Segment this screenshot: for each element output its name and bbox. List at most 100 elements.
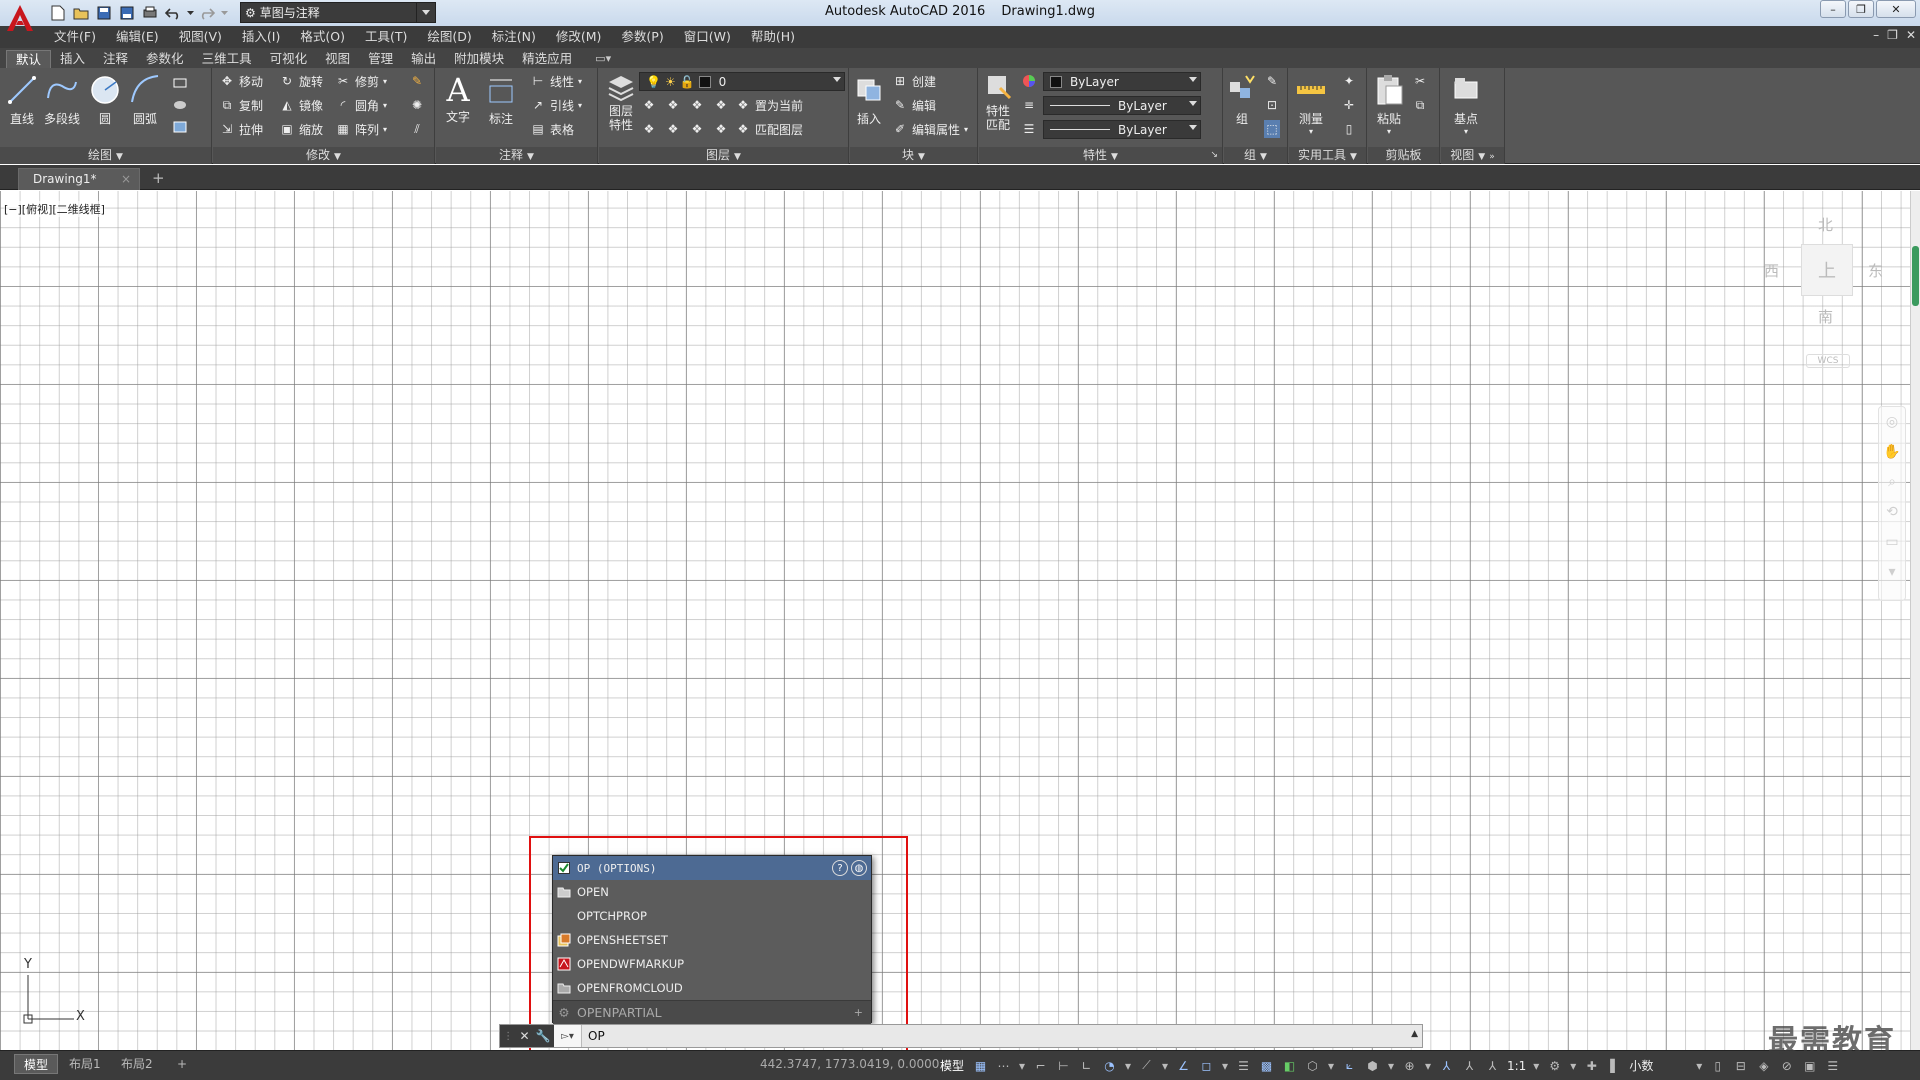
command-line[interactable]: ⋮ ✕ 🔧 ▻▾ OP ▲ [499, 1024, 1423, 1048]
copy-clip-button[interactable]: ⧉ [1412, 96, 1428, 114]
object-snap-tracking-icon[interactable]: ∠ [1175, 1057, 1192, 1074]
drawing-canvas[interactable]: [−][俯视][二维线框] 北 西 东 南 上 WCS ◎ ✋ ⌕ ⟲ ▭ ▾ … [0, 191, 1920, 1050]
polyline-button[interactable]: 多段线 [44, 72, 80, 127]
menu-dimension[interactable]: 标注(N) [482, 26, 546, 48]
navbar-menu-icon[interactable]: ▾ [1879, 557, 1905, 587]
minimize-button[interactable]: – [1820, 0, 1846, 18]
redo-dropdown-icon[interactable] [220, 3, 228, 23]
grid-icon[interactable]: ▦ [972, 1057, 989, 1074]
rotate-button[interactable]: ↻ 旋转 [279, 72, 323, 90]
chevron-down-icon[interactable]: ▾ [1532, 1057, 1540, 1074]
autocomplete-item-openpartial[interactable]: ⚙ OPENPARTIAL + [553, 1000, 871, 1024]
color-select[interactable]: ByLayer [1043, 72, 1201, 91]
workspace-select[interactable]: ⚙ 草图与注释 [240, 2, 432, 23]
mirror-button[interactable]: ◭ 镜像 [279, 96, 323, 114]
menu-view[interactable]: 视图(V) [169, 26, 232, 48]
view-cube[interactable]: 北 西 东 南 上 WCS [1750, 206, 1883, 368]
pan-icon[interactable]: ✋ [1879, 437, 1905, 467]
menu-parametric[interactable]: 参数(P) [611, 26, 673, 48]
3d-osnap-icon[interactable]: ⬡ [1304, 1057, 1321, 1074]
file-tab-drawing1[interactable]: Drawing1* × [18, 168, 140, 190]
autocomplete-item-opendwfmarkup[interactable]: OPENDWFMARKUP [553, 952, 871, 976]
lineweight-toggle-icon[interactable]: ☰ [1235, 1057, 1252, 1074]
close-icon[interactable]: ✕ [519, 1029, 529, 1043]
set-current-button[interactable]: ❖ 置为当前 [735, 96, 803, 114]
text-button[interactable]: A 文字 [446, 72, 470, 125]
cursor-coordinates[interactable]: 442.3747, 1773.0419, 0.0000 [760, 1057, 939, 1071]
cut-button[interactable]: ✂ [1412, 72, 1428, 90]
hatch-button[interactable] [172, 96, 188, 114]
units-select[interactable]: 小数 [1629, 1057, 1689, 1074]
chevron-down-icon[interactable]: ▾ [1018, 1057, 1026, 1074]
explode-button[interactable]: ✺ [409, 96, 425, 114]
chevron-down-icon[interactable]: ▾ [1221, 1057, 1229, 1074]
tab-view[interactable]: 视图 [316, 50, 359, 68]
workspace-switch-icon[interactable]: ⚙ [1546, 1057, 1563, 1074]
annotation-monitor-icon[interactable]: ✚ [1583, 1057, 1600, 1074]
tab-manage[interactable]: 管理 [359, 50, 402, 68]
panel-title-block[interactable]: 块 ▼ [850, 147, 977, 164]
quick-properties-icon[interactable]: ▯ [1709, 1057, 1726, 1074]
create-block-button[interactable]: ⊞ 创建 [892, 72, 936, 90]
save-icon[interactable] [94, 3, 114, 23]
transparency-icon[interactable]: ▩ [1258, 1057, 1275, 1074]
layer-tool-7[interactable]: ❖ [689, 120, 705, 138]
expand-icon[interactable]: + [854, 1006, 863, 1019]
edit-attributes-button[interactable]: ✐ 编辑属性 ▾ [892, 120, 968, 138]
object-snap-icon[interactable]: ◻ [1198, 1057, 1215, 1074]
paste-button[interactable]: 粘贴 ▾ [1374, 72, 1404, 136]
panel-title-properties[interactable]: 特性 ▼ ↘ [979, 147, 1222, 164]
match-properties-button[interactable]: 特性匹配 [982, 72, 1014, 132]
tab-addins[interactable]: 附加模块 [445, 50, 513, 68]
menu-insert[interactable]: 插入(I) [232, 26, 290, 48]
dialog-launcher-icon[interactable]: ↘ [1210, 147, 1218, 164]
linear-dim-button[interactable]: ⊢ 线性 ▾ [530, 72, 582, 90]
tab-parametric[interactable]: 参数化 [137, 50, 193, 68]
selection-cycling-icon[interactable]: ◧ [1281, 1057, 1298, 1074]
linetype-icon-button[interactable]: ≡ [1021, 96, 1037, 114]
menu-tools[interactable]: 工具(T) [355, 26, 417, 48]
canvas-scrollbar[interactable] [1910, 191, 1920, 1050]
tab-visualize[interactable]: 可视化 [261, 50, 317, 68]
autocomplete-item-optchprop[interactable]: OPTCHPROP [553, 904, 871, 928]
tab-home[interactable]: 默认 [6, 50, 52, 68]
steering-wheel-icon[interactable]: ◎ [1879, 407, 1905, 437]
group-select-button[interactable]: ⬚ [1264, 120, 1280, 138]
viewcube-top-face[interactable]: 上 [1801, 244, 1853, 296]
edit-block-button[interactable]: ✎ 编辑 [892, 96, 936, 114]
wrench-icon[interactable]: 🔧 [536, 1029, 551, 1043]
open-file-icon[interactable] [71, 3, 91, 23]
layer-tool-6[interactable]: ❖ [665, 120, 681, 138]
offset-button[interactable]: ⫽ [409, 120, 425, 138]
chevron-down-icon[interactable]: ▾ [1161, 1057, 1169, 1074]
annotation-scale-select[interactable]: 1:1 [1507, 1059, 1526, 1073]
layer-tool-4[interactable]: ❖ [713, 96, 729, 114]
chevron-down-icon[interactable]: ▾ [1695, 1057, 1703, 1074]
lineweight-icon-button[interactable]: ☰ [1021, 120, 1037, 138]
autocomplete-item-opensheetset[interactable]: OPENSHEETSET [553, 928, 871, 952]
layer-tool-1[interactable]: ❖ [641, 96, 657, 114]
calculator-button[interactable]: ▯ [1341, 120, 1357, 138]
chevron-down-icon[interactable]: ▾ [1569, 1057, 1577, 1074]
tab-output[interactable]: 输出 [402, 50, 445, 68]
layer-tool-8[interactable]: ❖ [713, 120, 729, 138]
arc-button[interactable]: 圆弧 [128, 72, 162, 127]
viewport-controls[interactable]: [−][俯视][二维线框] [4, 201, 105, 217]
layer-tool-3[interactable]: ❖ [689, 96, 705, 114]
drag-handle-icon[interactable]: ⋮ [503, 1031, 513, 1042]
ribbon-minimize-toggle-icon[interactable]: ▭▾ [595, 50, 611, 68]
menu-modify[interactable]: 修改(M) [546, 26, 612, 48]
panel-title-groups[interactable]: 组 ▼ [1224, 147, 1287, 164]
layer-tool-2[interactable]: ❖ [665, 96, 681, 114]
isodraft-icon[interactable]: ⟋ [1138, 1057, 1155, 1074]
layer-tool-5[interactable]: ❖ [641, 120, 657, 138]
scrollbar-thumb[interactable] [1912, 246, 1919, 306]
move-button[interactable]: ✥ 移动 [219, 72, 263, 90]
menu-help[interactable]: 帮助(H) [741, 26, 805, 48]
close-button[interactable]: ✕ [1876, 0, 1916, 18]
close-icon[interactable]: × [121, 169, 131, 189]
annotation-visibility-icon[interactable]: ⅄ [1438, 1057, 1455, 1074]
scale-button[interactable]: ▣ 缩放 [279, 120, 323, 138]
panel-title-layers[interactable]: 图层 ▼ [599, 147, 848, 164]
basepoint-button[interactable]: 基点 ▾ [1451, 72, 1481, 136]
